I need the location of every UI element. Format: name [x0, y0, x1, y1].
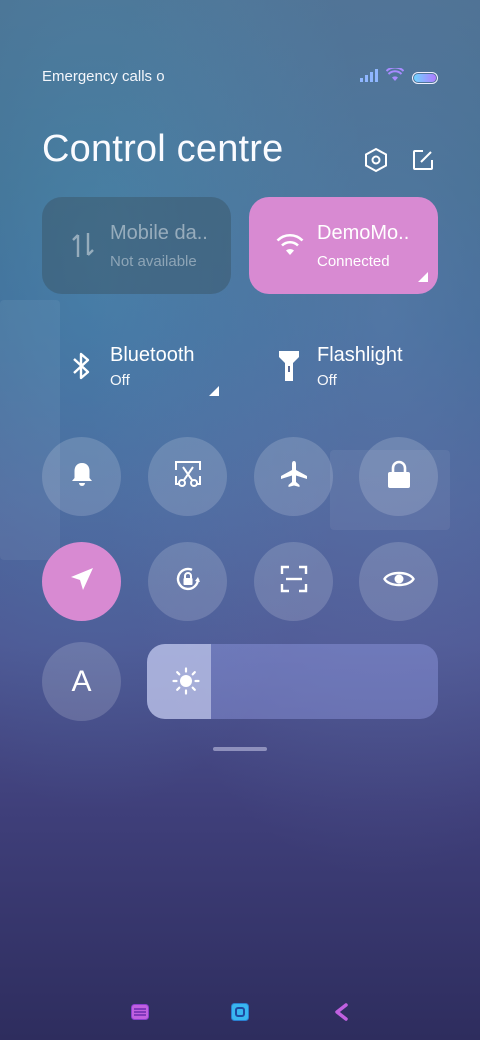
wifi-icon: [385, 66, 405, 87]
status-carrier-text: Emergency calls o: [42, 68, 165, 85]
edit-icon[interactable]: [409, 146, 437, 174]
wifi-expand-corner[interactable]: [418, 272, 428, 282]
wifi-icon: [275, 230, 305, 260]
eye-icon: [382, 568, 415, 595]
scanner-toggle[interactable]: [254, 542, 333, 621]
drag-handle[interactable]: [213, 747, 267, 751]
lock-icon: [386, 459, 412, 494]
mobile-data-status: Not available: [110, 253, 197, 270]
airplane-icon: [279, 459, 309, 494]
brightness-slider[interactable]: [147, 644, 438, 719]
location-toggle[interactable]: [42, 542, 121, 621]
reading-mode-toggle[interactable]: [359, 542, 438, 621]
wifi-label: DemoMo..: [317, 222, 410, 244]
battery-icon: [412, 71, 438, 84]
battery-fill: [414, 73, 436, 82]
flashlight-label: Flashlight: [317, 344, 403, 366]
bluetooth-label: Bluetooth: [110, 344, 195, 366]
airplane-toggle[interactable]: [254, 437, 333, 516]
auto-brightness-label: A: [71, 664, 92, 698]
screenshot-toggle[interactable]: [148, 437, 227, 516]
screenshot-scissors-icon: [173, 459, 203, 494]
mobile-data-arrows-icon: [68, 230, 98, 260]
back-chevron-icon[interactable]: [329, 1000, 353, 1024]
auto-brightness-toggle[interactable]: A: [42, 642, 121, 721]
flashlight-tile[interactable]: Flashlight Off: [249, 334, 438, 414]
status-bar: Emergency calls o: [42, 62, 438, 90]
bluetooth-icon: [66, 348, 98, 384]
scan-frame-icon: [279, 564, 309, 599]
bell-icon: [68, 460, 96, 493]
bluetooth-expand-corner[interactable]: [209, 386, 219, 396]
mobile-data-label: Mobile da..: [110, 222, 208, 244]
rotation-lock-icon: [172, 563, 204, 600]
signal-icon: [360, 68, 378, 87]
sound-toggle[interactable]: [42, 437, 121, 516]
flashlight-status: Off: [317, 372, 337, 389]
sun-icon: [171, 666, 201, 696]
menu-icon[interactable]: [128, 1000, 152, 1024]
settings-hexagon-icon[interactable]: [362, 146, 390, 174]
lock-toggle[interactable]: [359, 437, 438, 516]
flashlight-icon: [273, 348, 305, 384]
status-icons: [360, 66, 438, 87]
bluetooth-tile[interactable]: Bluetooth Off: [42, 334, 231, 414]
home-square-icon[interactable]: [228, 1000, 252, 1024]
mobile-data-tile[interactable]: Mobile da.. Not available: [42, 197, 231, 294]
page-title: Control centre: [42, 128, 284, 170]
wifi-tile[interactable]: DemoMo.. Connected: [249, 197, 438, 294]
wifi-status: Connected: [317, 253, 390, 270]
bluetooth-status: Off: [110, 372, 130, 389]
location-arrow-icon: [69, 566, 95, 597]
rotation-lock-toggle[interactable]: [148, 542, 227, 621]
